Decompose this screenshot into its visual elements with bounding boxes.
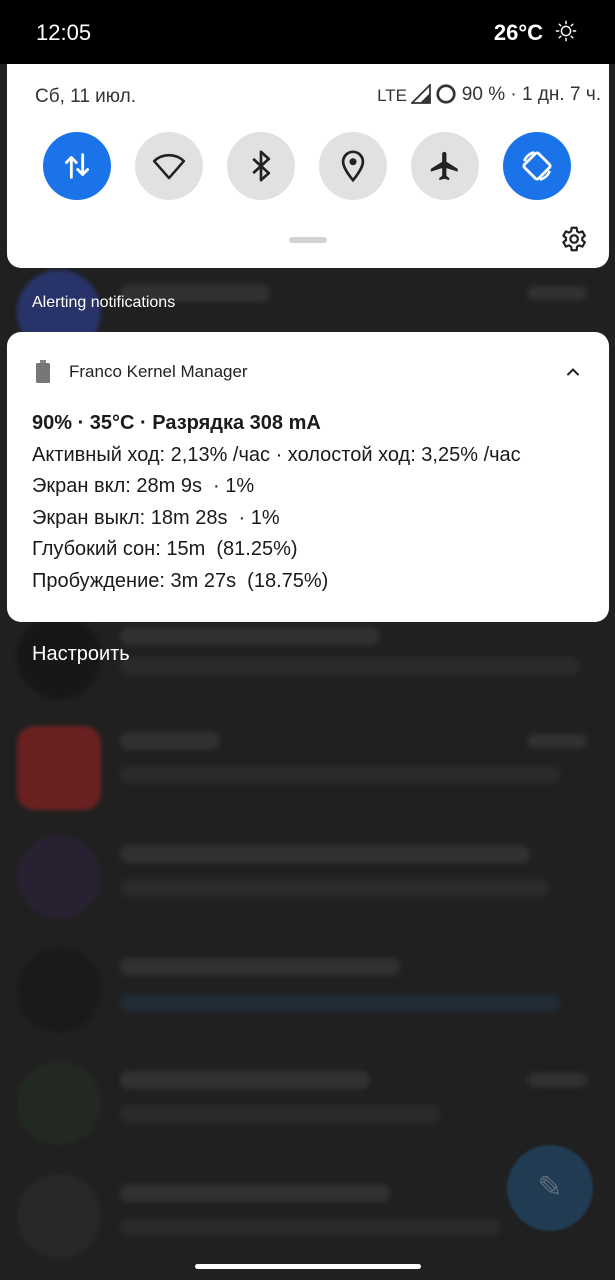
quick-settings-panel: Сб, 11 июл. LTE 90 % · 1 дн. 7 ч. xyxy=(7,64,609,268)
gear-icon[interactable] xyxy=(558,224,588,254)
airplane-mode-icon xyxy=(430,151,458,181)
chevron-up-icon[interactable] xyxy=(565,364,581,380)
section-header: Alerting notifications xyxy=(32,294,176,311)
gesture-bar[interactable] xyxy=(195,1264,421,1269)
wifi-icon xyxy=(152,153,186,180)
notification-card[interactable]: Franco Kernel Manager 90% · 35°C · Разря… xyxy=(7,332,609,622)
location-icon xyxy=(341,150,365,183)
tile-auto-rotate[interactable] xyxy=(503,132,571,200)
sun-icon xyxy=(555,20,577,42)
network-type: LTE xyxy=(377,86,407,105)
tile-airplane-mode[interactable] xyxy=(411,132,479,200)
customize-button[interactable]: Настроить xyxy=(32,643,130,666)
clock: 12:05 xyxy=(36,20,92,45)
tile-location[interactable] xyxy=(319,132,387,200)
signal-icon xyxy=(411,84,431,104)
notification-line: Активный ход: 2,13% /час · холостой ход:… xyxy=(32,443,521,466)
notification-line: Пробуждение: 3m 27s (18.75%) xyxy=(32,569,329,592)
date-label: Сб, 11 июл. xyxy=(35,86,136,107)
notification-line: Экран выкл: 18m 28s · 1% xyxy=(32,506,280,529)
mobile-data-icon xyxy=(64,153,90,179)
app-name: Franco Kernel Manager xyxy=(69,362,248,381)
tile-mobile-data[interactable] xyxy=(43,132,111,200)
auto-rotate-icon xyxy=(522,151,552,181)
tile-bluetooth[interactable] xyxy=(227,132,295,200)
tile-wifi[interactable] xyxy=(135,132,203,200)
drag-handle[interactable] xyxy=(289,237,327,243)
notification-line: Глубокий сон: 15m (81.25%) xyxy=(32,538,298,560)
battery-ring-icon xyxy=(436,84,456,104)
battery-icon xyxy=(36,360,50,383)
status-bar: 12:05 26°C xyxy=(0,0,615,64)
bluetooth-icon xyxy=(252,150,271,182)
notification-line: Экран вкл: 28m 9s · 1% xyxy=(32,475,255,497)
battery-info: 90 % · 1 дн. 7 ч. xyxy=(461,84,601,105)
notification-title: 90% · 35°C · Разрядка 308 mA xyxy=(32,412,321,434)
temperature: 26°C xyxy=(493,20,543,45)
